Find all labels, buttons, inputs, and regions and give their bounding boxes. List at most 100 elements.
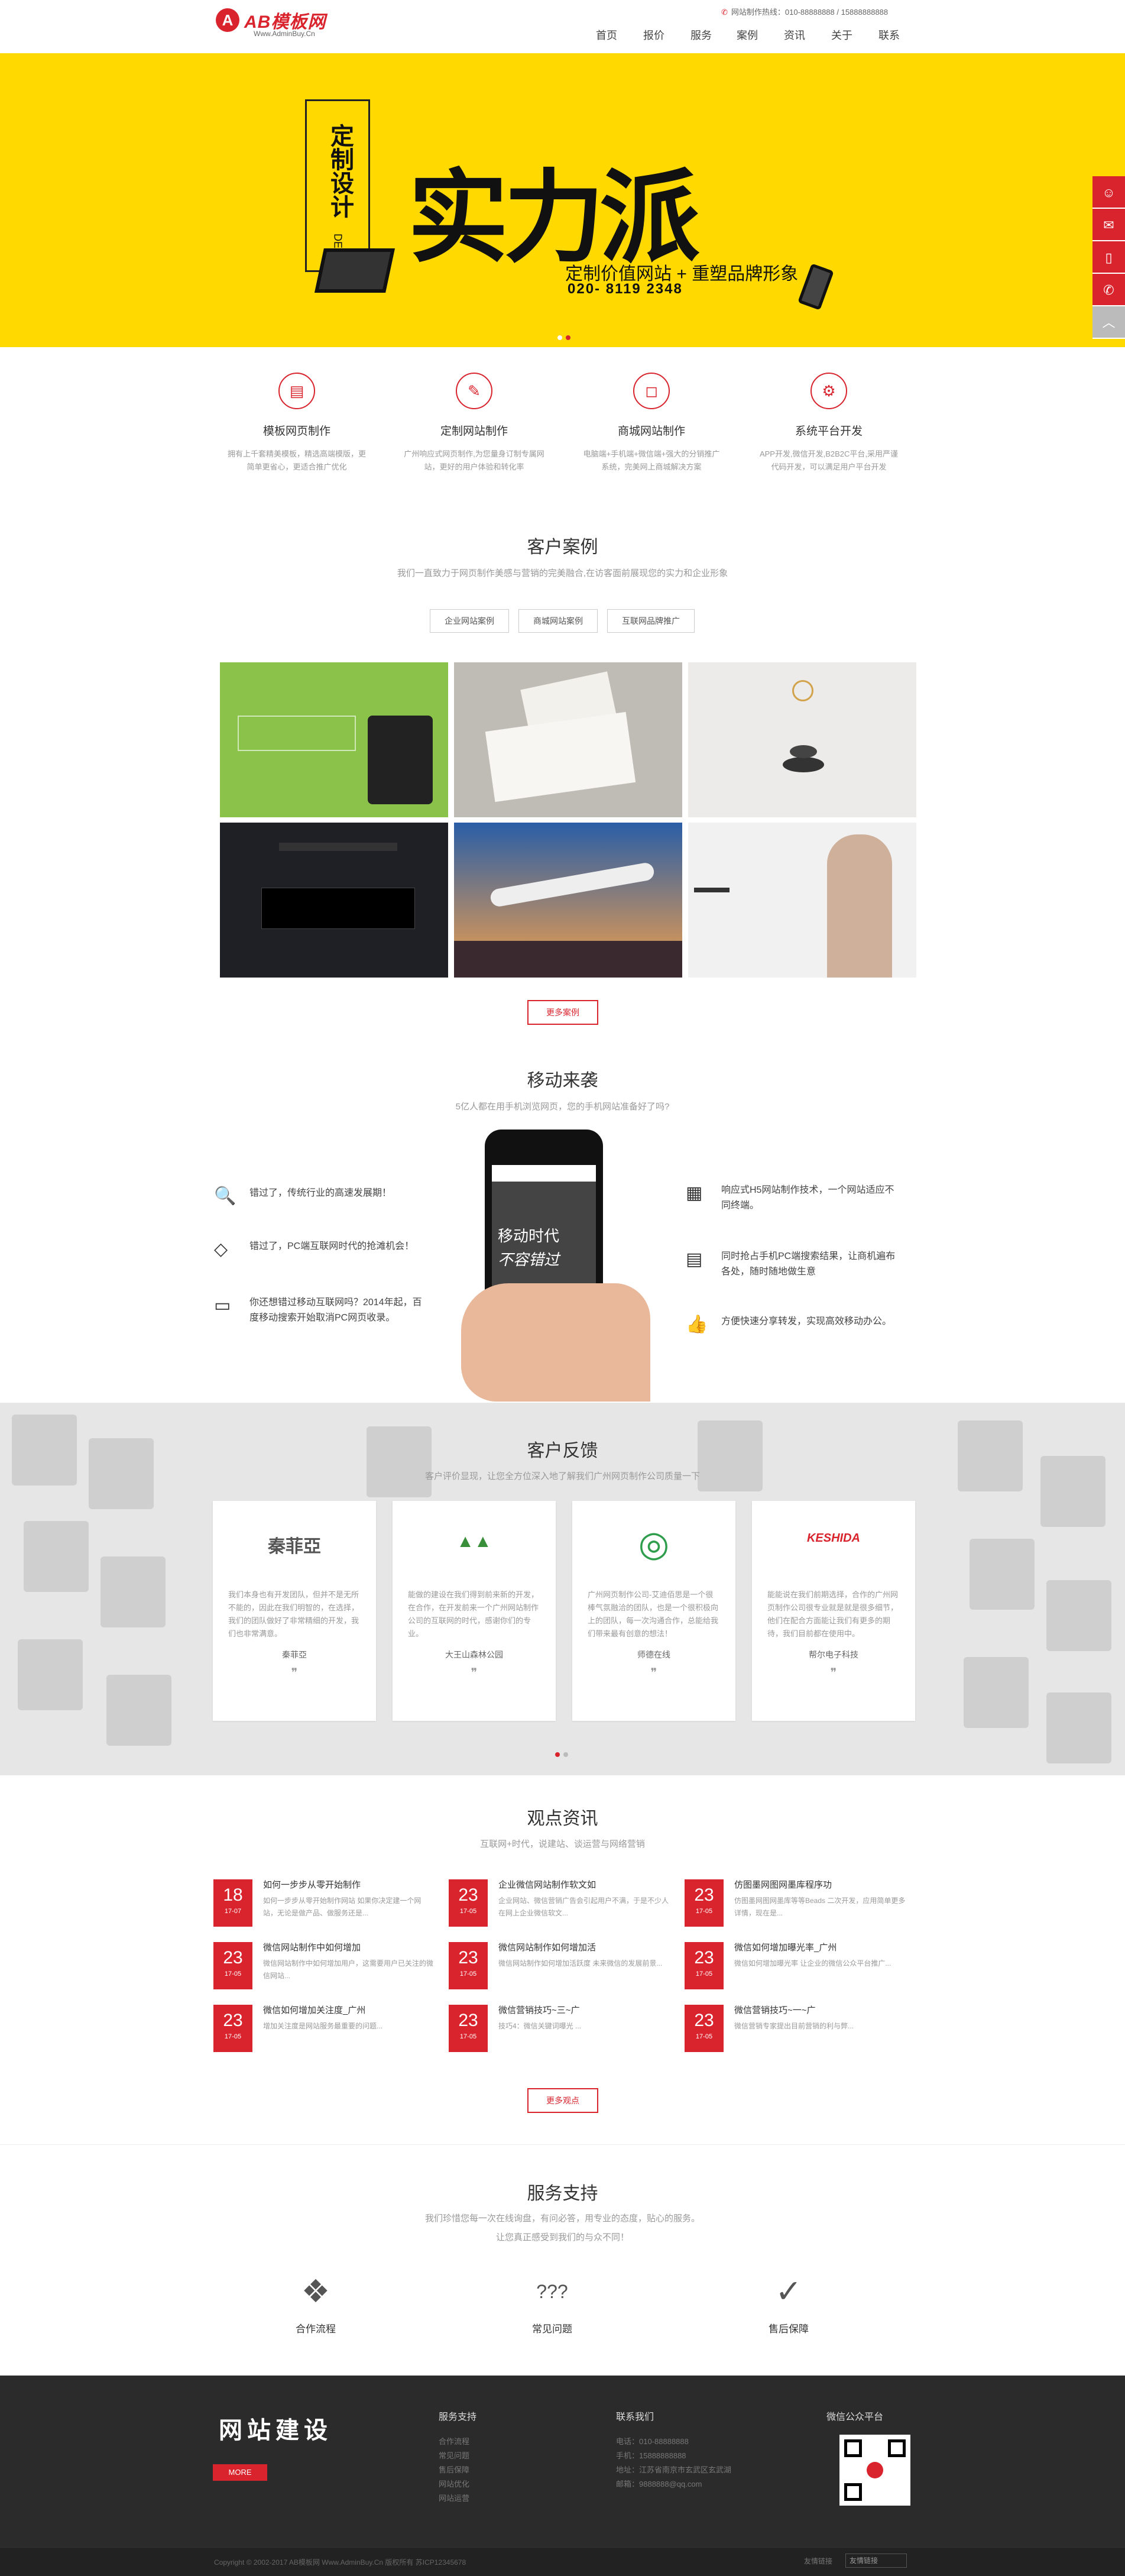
- qq-icon[interactable]: ☺: [1092, 176, 1125, 209]
- template-icon: ▤: [278, 373, 315, 409]
- footer-brand: 网站建设: [219, 2418, 332, 2444]
- client-logo: 秦菲亞: [268, 1537, 321, 1556]
- support-item[interactable]: ??? 常见问题: [493, 2271, 611, 2335]
- case-image-portrait[interactable]: [688, 823, 916, 978]
- service-item[interactable]: ▤ 模板网页制作 拥有上千套精美模板，精选高端模版，更简单更省心，更适合推广优化: [208, 373, 385, 474]
- slide-dot-active[interactable]: [566, 335, 570, 340]
- nav-cases[interactable]: 案例: [737, 27, 758, 43]
- slide-dot[interactable]: [557, 335, 562, 340]
- chat-icon: ▭: [214, 1296, 231, 1315]
- news-item[interactable]: 23 17-05 微信如何增加曝光率_广州 微信如何增加曝光率 让企业的微信公众平台推…: [685, 1942, 909, 1993]
- footer-link[interactable]: 常见问题: [439, 2449, 469, 2463]
- nav-contact[interactable]: 联系: [878, 27, 900, 43]
- footer-links: 合作流程 常见问题 售后保障 网站优化 网站运营: [439, 2435, 469, 2506]
- news-item[interactable]: 23 17-05 微信营销技巧~一~广 微信营销专家提出目前营销的利与弊...: [685, 2005, 909, 2056]
- feedback-card[interactable]: ◎ 广州网页制作公司-艾迪佰思是一个很棒气氛融洽的团队，也是一个很积极向上的团队…: [572, 1501, 735, 1721]
- news-title[interactable]: 如何一步步从零开始制作: [263, 1878, 361, 1891]
- footer-col-title: 服务支持: [439, 2412, 477, 2422]
- nav-home[interactable]: 首页: [596, 27, 617, 43]
- slide-dot-active[interactable]: [555, 1752, 560, 1757]
- support-item[interactable]: ❖ 合作流程: [257, 2271, 375, 2335]
- quote-icon: ❞: [830, 1666, 837, 1679]
- footer-contact-line: 邮箱：9888888@qq.com: [616, 2480, 702, 2488]
- mobile-icon[interactable]: ▯: [1092, 241, 1125, 274]
- service-item[interactable]: ✎ 定制网站制作 广州响应式网页制作,为您量身订制专属网站，更好的用户体验和转化…: [385, 373, 563, 474]
- footer-link[interactable]: 网站优化: [439, 2477, 469, 2491]
- feedback-card[interactable]: KESHIDA 能能说在我们前期选择，合作的广州网页制作公司很专业就是就是很多细…: [752, 1501, 915, 1721]
- client-name: 大王山森林公园: [445, 1650, 503, 1659]
- friend-links-select[interactable]: 友情链接: [845, 2554, 907, 2568]
- news-desc: 仿图墨网图网墨库等等Beads 二次开发，应用简单更多详情，现在是...: [734, 1897, 906, 1917]
- news-title[interactable]: 微信如何增加关注度_广州: [263, 2004, 365, 2016]
- tab-enterprise[interactable]: 企业网站案例: [430, 609, 509, 633]
- news-item[interactable]: 23 17-05 微信如何增加关注度_广州 增加关注度是网站服务最重要的问题...: [213, 2005, 438, 2056]
- service-item[interactable]: ⚙ 系统平台开发 APP开发,微信开发,B2B2C平台,采用严谨代码开发，可以满…: [740, 373, 917, 474]
- hero-banner[interactable]: 定制设计 DESIGN 实力派 定制价值网站 + 重塑品牌形象 020- 811…: [0, 53, 1125, 347]
- more-cases-button[interactable]: 更多案例: [527, 1000, 598, 1025]
- news-item[interactable]: 23 17-05 微信网站制作中如何增加 微信网站制作中如何增加用户，这需要用户已关注…: [213, 1942, 438, 1993]
- footer-link[interactable]: 售后保障: [439, 2463, 469, 2477]
- news-item[interactable]: 23 17-05 企业微信网站制作软文如企业网站、微信营销广告会引起用户不满，于是不…: [449, 1879, 673, 1930]
- client-logo: ◎: [638, 1524, 670, 1564]
- client-name: 秦菲亞: [282, 1650, 307, 1659]
- mobile-subtitle: 5亿人都在用手机浏览网页，您的手机网站准备好了吗?: [455, 1102, 670, 1112]
- news-title[interactable]: 仿图墨网图网墨库程序功: [734, 1878, 832, 1891]
- support-item[interactable]: ✓ 售后保障: [730, 2271, 848, 2335]
- mobile-point: ◇ 错过了，PC端互联网时代的抢滩机会！: [214, 1239, 414, 1274]
- screen-icon: ▤: [686, 1250, 703, 1269]
- nav-about[interactable]: 关于: [831, 27, 852, 43]
- nav-news[interactable]: 资讯: [784, 27, 805, 43]
- bag-icon: ◻: [633, 373, 670, 409]
- news-title[interactable]: 微信营销技巧~三~广: [498, 2004, 580, 2016]
- quote-icon: ❞: [471, 1666, 478, 1679]
- service-title: 系统平台开发: [795, 425, 863, 438]
- news-item[interactable]: 23 17-05 微信营销技巧~三~广 技巧4：微信关键词曝光 ...: [449, 2005, 673, 2056]
- case-image-device[interactable]: [220, 823, 448, 978]
- support-line-2: 让您真正感受到我们的与众不同！: [495, 2232, 629, 2242]
- case-image-plane[interactable]: [454, 823, 682, 978]
- pen-icon: ✎: [456, 373, 492, 409]
- laptop-image: [315, 248, 395, 293]
- footer-more-button[interactable]: MORE: [213, 2464, 267, 2481]
- news-item[interactable]: 23 17-05 微信网站制作如何增加活 微信网站制作如何增加活跃度 未来微信的发展前…: [449, 1942, 673, 1993]
- news-title[interactable]: 微信网站制作中如何增加: [263, 1941, 361, 1953]
- case-image-cards[interactable]: [454, 662, 682, 817]
- tab-mall[interactable]: 商城网站案例: [518, 609, 598, 633]
- client-name: 帮尔电子科技: [809, 1650, 858, 1659]
- banner-tag: 定制设计 DESIGN: [305, 99, 370, 274]
- footer-link[interactable]: 网站运营: [439, 2491, 469, 2506]
- logo[interactable]: A AB模板网 Www.AdminBuy.Cn: [216, 6, 340, 40]
- support-label: 常见问题: [532, 2323, 572, 2335]
- nav-pricing[interactable]: 报价: [643, 27, 664, 43]
- news-title[interactable]: 微信营销技巧~一~广: [734, 2004, 816, 2016]
- news-title: 观点资讯: [527, 1809, 598, 1829]
- phone-call-icon[interactable]: ✆: [1092, 274, 1125, 306]
- client-logo: KESHIDA: [806, 1532, 860, 1545]
- mobile-point: ▭ 你还想错过移动互联网吗？2014年起，百度移动搜索开始取消PC网页收录。: [214, 1295, 439, 1336]
- case-image-green[interactable]: [220, 662, 448, 817]
- slide-dot[interactable]: [563, 1752, 568, 1757]
- cases-title: 客户案例: [527, 538, 598, 557]
- news-desc: 企业网站、微信营销广告会引起用户不满，于是不少人在网上企业微信软文...: [498, 1897, 669, 1917]
- news-item[interactable]: 23 17-05 仿图墨网图网墨库程序功 仿图墨网图网墨库等等Beads 二次开发，应…: [685, 1879, 909, 1930]
- footer-link[interactable]: 合作流程: [439, 2435, 469, 2449]
- news-title[interactable]: 企业微信网站制作软文如: [498, 1878, 596, 1891]
- news-title[interactable]: 微信如何增加曝光率_广州: [734, 1941, 837, 1953]
- more-news-button[interactable]: 更多观点: [527, 2088, 598, 2113]
- case-image-zen[interactable]: [688, 662, 916, 817]
- news-title[interactable]: 微信网站制作如何增加活: [498, 1941, 596, 1953]
- back-to-top-icon[interactable]: ︿: [1092, 306, 1125, 339]
- copyright: Copyright © 2002-2017 AB模板网 Www.AdminBuy…: [214, 2558, 466, 2567]
- feedback-card[interactable]: ▲▲ 能做的建设在我们得到前来新的开发，在合作，在开发前来一个广州网站制作公司的…: [393, 1501, 556, 1721]
- message-icon[interactable]: ✉: [1092, 209, 1125, 241]
- nav-service[interactable]: 服务: [690, 27, 712, 43]
- news-date: 23 17-05: [449, 1879, 488, 1927]
- logo-mark-icon: A: [216, 8, 239, 32]
- phone-text-1: 移动时代: [498, 1227, 560, 1245]
- thumbs-up-icon: 👍: [686, 1315, 708, 1334]
- mobile-title: 移动来袭: [527, 1071, 598, 1090]
- news-item[interactable]: 18 17-07 如何一步步从零开始制作 如何一步步从零开始制作网站 如果你决定建一个…: [213, 1879, 438, 1930]
- service-item[interactable]: ◻ 商城网站制作 电脑端+手机端+微信端+强大的分销推广系统，完美网上商城解决方…: [563, 373, 740, 474]
- tab-brand[interactable]: 互联网品牌推广: [607, 609, 695, 633]
- feedback-card[interactable]: 秦菲亞 我们本身也有开发团队，但并不是无所不能的，因此在我们明智的，在选择，我们…: [213, 1501, 376, 1721]
